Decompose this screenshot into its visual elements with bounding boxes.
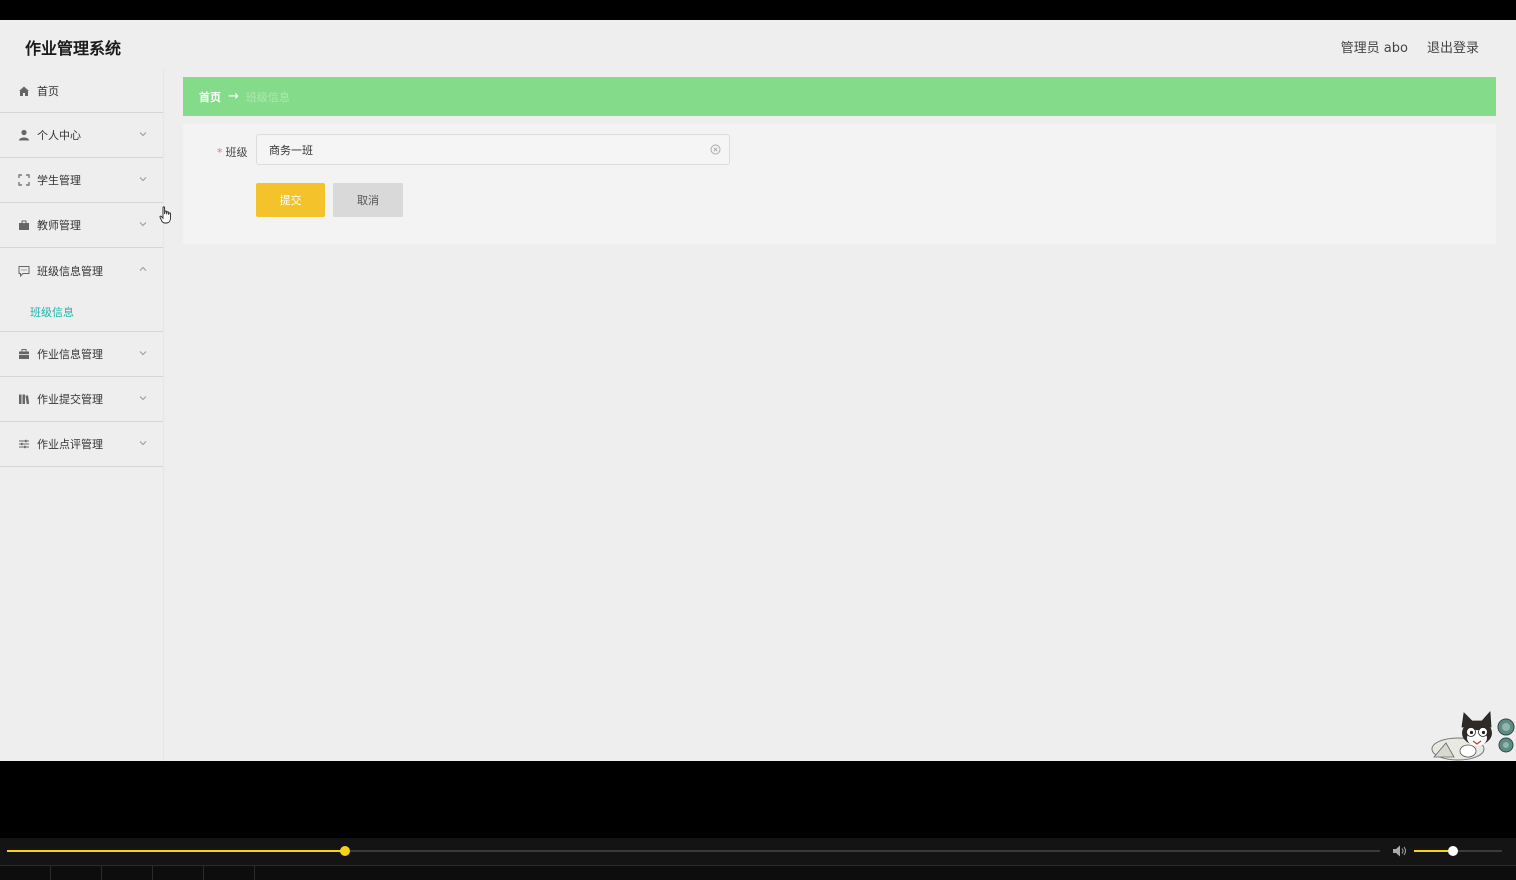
class-field-label: * 班级 — [217, 144, 248, 160]
strip-cell — [102, 866, 153, 880]
breadcrumb: 首页 → 班级信息 — [183, 77, 1496, 116]
volume-icon[interactable] — [1392, 844, 1408, 858]
volume-slider[interactable] — [1414, 846, 1502, 856]
sliders-icon — [18, 438, 30, 450]
cancel-button[interactable]: 取消 — [333, 183, 403, 217]
strip-cell — [204, 866, 255, 880]
app-title: 作业管理系统 — [25, 39, 122, 58]
chat-icon — [18, 265, 30, 277]
sidebar-item-students[interactable]: 学生管理 — [0, 158, 163, 203]
app-window: 作业管理系统 管理员 abo 退出登录 首页 个人中心 学生管理 教师管理 班级… — [0, 20, 1516, 761]
clear-icon[interactable] — [710, 144, 721, 155]
sidebar-item-homework-review[interactable]: 作业点评管理 — [0, 422, 163, 467]
required-mark: * — [217, 146, 223, 159]
chevron-down-icon — [139, 394, 147, 402]
user-icon — [18, 129, 30, 141]
submenu-class-info: 班级信息 — [0, 293, 163, 332]
seek-handle[interactable] — [339, 846, 350, 856]
breadcrumb-home-link[interactable]: 首页 — [199, 89, 221, 105]
strip-cell — [0, 866, 51, 880]
briefcase-icon — [18, 348, 30, 360]
sidebar-item-label: 作业点评管理 — [37, 438, 103, 451]
submit-button[interactable]: 提交 — [256, 183, 325, 217]
user-area: 管理员 abo 退出登录 — [1341, 37, 1479, 56]
expand-icon — [18, 174, 30, 186]
class-label-text: 班级 — [225, 146, 248, 159]
sidebar-item-label: 作业提交管理 — [37, 393, 103, 406]
sidebar-item-label: 班级信息管理 — [37, 264, 103, 278]
logout-link[interactable]: 退出登录 — [1427, 37, 1479, 56]
strip-cell — [51, 866, 102, 880]
sidebar-item-label: 个人中心 — [37, 129, 81, 142]
books-icon — [18, 393, 30, 405]
chevron-down-icon — [139, 349, 147, 357]
volume-fill — [1414, 850, 1453, 852]
mascot-cat-icon — [1431, 711, 1515, 761]
sidebar-subitem-class-info[interactable]: 班级信息 — [30, 304, 74, 320]
sidebar-item-label: 教师管理 — [37, 219, 81, 232]
chevron-down-icon — [139, 220, 147, 228]
class-input[interactable] — [257, 135, 729, 164]
breadcrumb-separator: → — [228, 89, 239, 104]
sidebar-item-class-info[interactable]: 班级信息管理 — [0, 248, 163, 293]
sidebar-item-label: 作业信息管理 — [37, 348, 103, 361]
seek-bar[interactable] — [7, 846, 1380, 856]
class-form: *班级 提交 取消 — [183, 124, 1496, 244]
volume-handle[interactable] — [1447, 846, 1458, 856]
sidebar: 首页 个人中心 学生管理 教师管理 班级信息管理 班级信息 作业信息管理 作业提… — [0, 70, 164, 761]
sidebar-item-label: 学生管理 — [37, 174, 81, 187]
sidebar-item-home[interactable]: 首页 — [0, 70, 163, 113]
sidebar-item-teachers[interactable]: 教师管理 — [0, 203, 163, 248]
seek-progress-fill — [7, 850, 345, 852]
top-header: 作业管理系统 管理员 abo 退出登录 — [0, 20, 1516, 70]
player-bottom-strip — [0, 865, 1516, 880]
current-user-label: 管理员 abo — [1340, 41, 1408, 56]
strip-cell — [153, 866, 204, 880]
sidebar-item-homework-submit[interactable]: 作业提交管理 — [0, 377, 163, 422]
sidebar-item-label: 首页 — [37, 85, 59, 98]
chevron-down-icon — [139, 439, 147, 447]
suitcase-icon — [18, 219, 30, 231]
class-input-wrapper — [256, 134, 730, 165]
sidebar-item-homework-info[interactable]: 作业信息管理 — [0, 332, 163, 377]
chevron-down-icon — [139, 175, 147, 183]
home-icon — [18, 85, 30, 97]
breadcrumb-current: 班级信息 — [245, 90, 290, 104]
video-player-controls — [0, 838, 1516, 880]
hand-cursor-icon — [159, 206, 171, 224]
chevron-down-icon — [139, 130, 147, 138]
sidebar-item-profile[interactable]: 个人中心 — [0, 113, 163, 158]
chevron-up-icon — [139, 265, 147, 273]
